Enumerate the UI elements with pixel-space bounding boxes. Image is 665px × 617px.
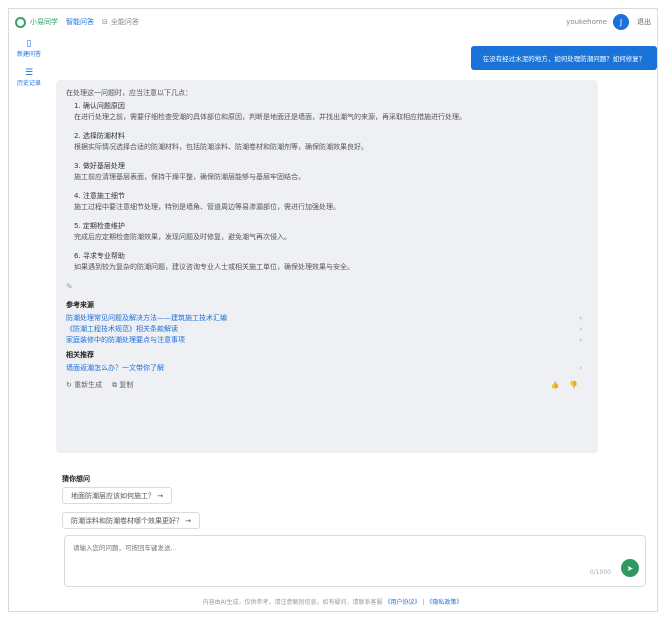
related-link[interactable]: 墙面返潮怎么办？一文带你了解 › [66, 363, 588, 374]
answer-section: 5. 定期检查维护 完成后应定期检查防潮效果，发现问题及时修复，避免潮气再次侵入… [66, 221, 588, 243]
privacy-link[interactable]: 《隐私政策》 [426, 599, 462, 606]
section-heading: 3. 做好基层处理 [74, 162, 125, 170]
toggle-icon: ⊟ [102, 18, 108, 26]
tool-toggle[interactable]: ⊟ 全能问答 [102, 17, 139, 27]
sidebar-item-history[interactable]: ☰ 历史记录 [17, 68, 41, 87]
section-body: 在进行处理之前，需要仔细检查受潮的具体部位和原因，判断是地面还是墙面，并找出潮气… [74, 113, 466, 121]
chip-label: 防潮涂料和防潮卷材哪个效果更好？ [71, 516, 183, 525]
section-body: 如果遇到较为复杂的防潮问题，建议咨询专业人士或相关施工单位，确保处理效果与安全。 [74, 263, 354, 271]
section-heading: 4. 注意施工细节 [74, 192, 125, 200]
ref-link[interactable]: 防潮处理常见问题及解决方法——建筑施工技术汇编 › [66, 313, 588, 324]
answer-section: 1. 确认问题原因 在进行处理之前，需要仔细检查受潮的具体部位和原因，判断是地面… [66, 101, 588, 123]
follow-up-chip[interactable]: 防潮涂料和防潮卷材哪个效果更好？ → [62, 512, 201, 529]
chevron-right-icon: › [579, 364, 582, 372]
related-link-text: 墙面返潮怎么办？一文带你了解 [66, 364, 164, 372]
disclaimer-text: 内容由AI生成，仅供参考，请注意甄别信息。如有疑问，请联系客服 [202, 599, 383, 606]
answer-section: 4. 注意施工细节 施工过程中要注意细节处理，特别是墙角、管道周边等易渗漏部位，… [66, 191, 588, 213]
follow-up-title: 猜你想问 [62, 475, 90, 483]
answer-section: 6. 寻求专业帮助 如果遇到较为复杂的防潮问题，建议咨询专业人士或相关施工单位，… [66, 251, 588, 273]
document-icon: ▯ [26, 39, 32, 49]
brand-name: 小易同学 [30, 18, 58, 26]
section-body: 施工过程中要注意细节处理，特别是墙角、管道周边等易渗漏部位，需进行加强处理。 [74, 203, 340, 211]
answer-panel: 在处理这一问题时，应当注意以下几点： 1. 确认问题原因 在进行处理之前，需要仔… [56, 80, 598, 453]
answer-section: 3. 做好基层处理 施工前应清理基层表面，保持干燥平整，确保防潮层能够与基层牢固… [66, 161, 588, 183]
chat-input[interactable] [73, 542, 543, 580]
refs-title: 参考来源 [66, 301, 94, 309]
chip-label: 地面防潮层应该如何施工？ [71, 491, 155, 500]
send-button[interactable]: ➤ [621, 559, 639, 577]
thumb-up-icon[interactable]: 👍 [551, 380, 560, 391]
terms-link[interactable]: 《用户协议》 [384, 599, 420, 606]
section-heading: 5. 定期检查维护 [74, 222, 125, 230]
thumb-down-icon[interactable]: 👎 [569, 380, 578, 391]
answer-section: 2. 选择防潮材料 根据实际情况选择合适的防潮材料，包括防潮涂料、防潮卷材和防潮… [66, 131, 588, 153]
related-title: 相关推荐 [66, 351, 94, 359]
regenerate-button[interactable]: ↻ 重新生成 [66, 380, 102, 391]
ref-link[interactable]: 家庭装修中的防潮处理要点与注意事项 › [66, 335, 588, 346]
sidebar-item-new[interactable]: ▯ 新建问答 [17, 39, 41, 58]
top-bar: 小易同学 智能问答 ⊟ 全能问答 youkehome J 退出 [9, 9, 657, 35]
disclaimer-footer: 内容由AI生成，仅供参考，请注意甄别信息。如有疑问，请联系客服 《用户协议》 |… [0, 597, 665, 606]
copy-label: 复制 [119, 381, 134, 389]
logo-icon [15, 16, 26, 28]
chevron-right-icon: › [579, 325, 582, 333]
chevron-right-icon: › [579, 314, 582, 322]
chat-input-box: 0/1000 ➤ [64, 535, 646, 587]
char-counter: 0/1000 [589, 569, 611, 576]
refresh-icon: ↻ [66, 381, 75, 389]
separator: | [422, 599, 425, 606]
nav-qa-link[interactable]: 智能问答 [66, 17, 94, 27]
chevron-right-icon: › [579, 336, 582, 344]
ref-link-text: 家庭装修中的防潮处理要点与注意事项 [66, 336, 185, 344]
send-icon: ➤ [626, 563, 634, 573]
ref-link-text: 《防潮工程技术规范》相关条款解读 [66, 325, 178, 333]
section-body: 施工前应清理基层表面，保持干燥平整，确保防潮层能够与基层牢固结合。 [74, 173, 305, 181]
user-name: youkehome [566, 18, 607, 26]
avatar[interactable]: J [613, 14, 629, 30]
copy-button[interactable]: ⧉ 复制 [112, 380, 133, 391]
arrow-right-icon: → [185, 516, 192, 525]
answer-footer: ↻ 重新生成 ⧉ 复制 👍 👎 [66, 380, 588, 391]
section-heading: 1. 确认问题原因 [74, 102, 125, 110]
tool-label: 全能问答 [110, 18, 139, 26]
sidebar-item-label: 新建问答 [16, 51, 41, 58]
logout-link[interactable]: 退出 [637, 17, 651, 27]
answer-intro: 在处理这一问题时，应当注意以下几点： [66, 89, 192, 97]
section-body: 根据实际情况选择合适的防潮材料，包括防潮涂料、防潮卷材和防潮剂等，确保防潮效果良… [74, 143, 368, 151]
sidebar-item-label: 历史记录 [16, 80, 41, 87]
ref-link[interactable]: 《防潮工程技术规范》相关条款解读 › [66, 324, 588, 335]
list-icon: ☰ [24, 68, 34, 78]
regenerate-label: 重新生成 [74, 381, 103, 389]
question-button[interactable]: 在没有经过水泥的地方，如何处理防潮问题？如何修复？ [471, 46, 657, 70]
ref-link-text: 防潮处理常见问题及解决方法——建筑施工技术汇编 [66, 314, 227, 322]
section-heading: 2. 选择防潮材料 [74, 132, 125, 140]
sidebar: ▯ 新建问答 ☰ 历史记录 [9, 39, 49, 87]
edit-icon[interactable]: ✎ [66, 281, 588, 292]
follow-up-chip[interactable]: 地面防潮层应该如何施工？ → [62, 487, 173, 504]
section-body: 完成后应定期检查防潮效果，发现问题及时修复，避免潮气再次侵入。 [74, 233, 291, 241]
section-heading: 6. 寻求专业帮助 [74, 252, 125, 260]
arrow-right-icon: → [157, 491, 164, 500]
